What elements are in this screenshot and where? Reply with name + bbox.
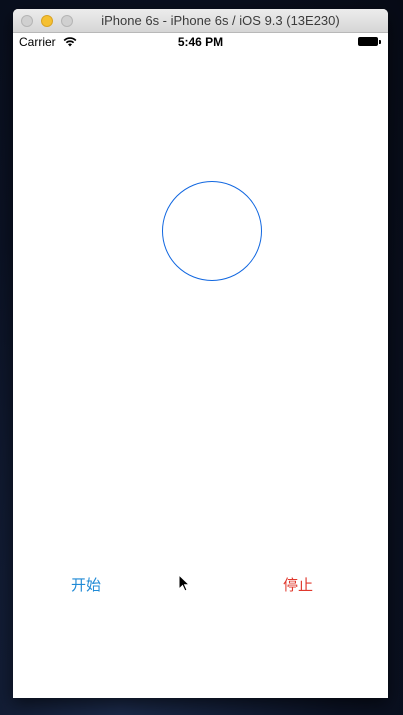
battery-icon xyxy=(358,37,378,46)
window-title: iPhone 6s - iPhone 6s / iOS 9.3 (13E230) xyxy=(101,13,340,28)
stop-button[interactable]: 停止 xyxy=(283,574,313,595)
status-time: 5:46 PM xyxy=(177,35,224,49)
battery-tip xyxy=(379,40,381,44)
simulator-window: iPhone 6s - iPhone 6s / iOS 9.3 (13E230)… xyxy=(13,9,388,698)
status-bar: Carrier 5:46 PM xyxy=(13,32,388,52)
window-titlebar: iPhone 6s - iPhone 6s / iOS 9.3 (13E230) xyxy=(13,9,388,33)
start-button[interactable]: 开始 xyxy=(71,574,101,595)
mouse-cursor-icon xyxy=(178,573,191,597)
progress-circle xyxy=(162,181,262,281)
